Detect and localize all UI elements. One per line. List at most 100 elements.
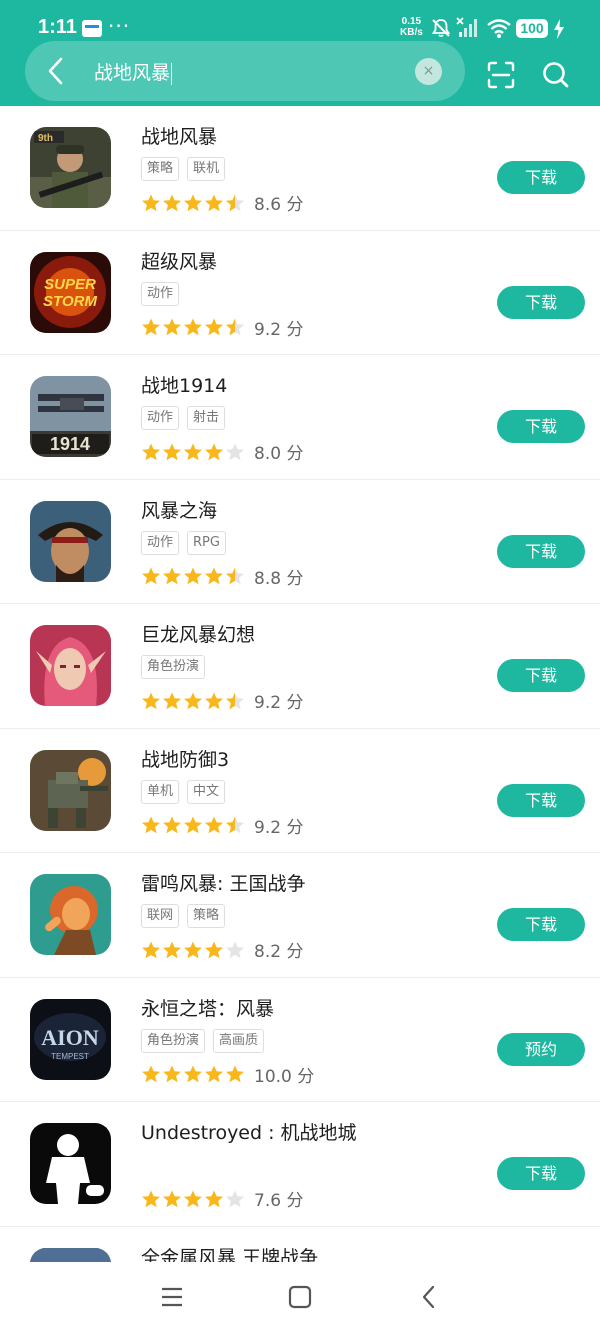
pirate-captain-icon[interactable]: [30, 500, 111, 582]
result-row[interactable]: AION TEMPEST 永恒之塔：风暴 角色扮演 高画质 10.0 分 预约: [0, 978, 600, 1102]
star-icon: [163, 692, 181, 709]
download-button[interactable]: 下载: [497, 161, 585, 194]
app-name[interactable]: 战地防御3: [141, 745, 229, 772]
star-icon: [205, 1190, 223, 1207]
download-button[interactable]: 下载: [497, 285, 585, 319]
download-button[interactable]: 下载: [497, 908, 585, 941]
star-icon: [226, 941, 244, 958]
more-notifications-icon: ···: [108, 14, 131, 38]
star-icon: [205, 692, 223, 709]
app-name[interactable]: 雷鸣风暴: 王国战争: [141, 869, 305, 896]
tag-list: 联网 策略: [141, 904, 233, 930]
rating-score: 9.2 分: [254, 319, 304, 340]
star-icon: [142, 692, 160, 709]
app-name[interactable]: 战地风暴: [141, 122, 217, 149]
rating-score: 8.0 分: [254, 444, 304, 464]
star-icon: [226, 318, 244, 336]
star-icon: [163, 1065, 181, 1083]
download-button[interactable]: 下载: [497, 659, 585, 692]
star-rating: 8.0 分: [141, 439, 304, 464]
star-icon: [163, 567, 181, 585]
star-icon: [205, 318, 223, 336]
battery-level: 100: [516, 19, 548, 38]
star-icon: [142, 816, 160, 834]
status-time: 1:11: [38, 16, 77, 38]
rating-score: 7.6 分: [254, 1191, 304, 1211]
star-icon: [226, 567, 244, 585]
back-arrow-icon[interactable]: [44, 57, 68, 85]
star-icon: [205, 194, 223, 211]
star-icon: [163, 443, 181, 460]
app-name[interactable]: 永恒之塔：风暴: [141, 994, 274, 1021]
mech-battle-icon[interactable]: [30, 749, 111, 831]
result-row[interactable]: SUPER STORM 超级风暴 动作 9.2 分 下载: [0, 231, 600, 355]
search-bar[interactable]: [25, 41, 465, 101]
calendar-icon: [82, 20, 102, 37]
category-tag: 单机: [141, 779, 180, 804]
result-row[interactable]: 1914 战地1914 动作 射击 8.0 分 下载: [0, 355, 600, 480]
star-icon: [142, 318, 160, 336]
silhouette-figure-icon[interactable]: [30, 1123, 111, 1204]
charging-icon: [554, 19, 564, 39]
star-rating: 9.2 分: [141, 688, 303, 713]
star-icon: [205, 941, 223, 958]
star-icon: [184, 318, 202, 336]
battlefield-soldier-icon[interactable]: 9th: [30, 127, 111, 208]
category-tag: 射击: [187, 406, 226, 430]
category-tag: 角色扮演: [141, 1028, 206, 1053]
svg-text:1914: 1914: [50, 434, 90, 454]
result-row[interactable]: 风暴之海 动作 RPG 8.8 分 下载: [0, 480, 600, 604]
aion-tempest-logo-icon[interactable]: AION TEMPEST: [30, 998, 111, 1080]
rating-score: 8.6 分: [254, 195, 304, 215]
star-icon: [184, 692, 202, 709]
star-icon: [142, 443, 160, 460]
app-name[interactable]: Undestroyed : 机战地城: [141, 1118, 357, 1145]
star-icon: [184, 194, 202, 211]
result-row[interactable]: 巨龙风暴幻想 角色扮演 9.2 分 下载: [0, 604, 600, 729]
home-icon[interactable]: [287, 1284, 313, 1310]
no-sim-signal-icon: [456, 17, 477, 37]
star-icon: [205, 443, 223, 460]
star-rating: 9.2 分: [141, 315, 304, 340]
back-icon[interactable]: [418, 1284, 440, 1310]
clear-icon[interactable]: ×: [415, 58, 442, 85]
star-icon: [226, 194, 244, 211]
result-row[interactable]: 战地防御3 单机 中文 9.2 分 下载: [0, 729, 600, 853]
star-icon: [226, 1065, 244, 1083]
svg-text:STORM: STORM: [43, 293, 97, 310]
star-icon: [184, 443, 202, 460]
status-bar: 1:11 ··· 0.15 KB/s 100: [0, 0, 600, 40]
lion-warrior-icon[interactable]: [30, 874, 111, 955]
biplane-1914-icon[interactable]: 1914: [30, 376, 111, 457]
download-button[interactable]: 下载: [497, 783, 585, 817]
category-tag: 策略: [141, 157, 180, 181]
app-name[interactable]: 巨龙风暴幻想: [141, 620, 255, 647]
super-storm-logo-icon[interactable]: SUPER STORM: [30, 251, 111, 333]
wifi-icon: [487, 19, 511, 38]
download-button[interactable]: 下载: [497, 410, 585, 443]
app-name[interactable]: 超级风暴: [141, 247, 217, 274]
result-row[interactable]: Undestroyed : 机战地城 7.6 分 下载: [0, 1102, 600, 1227]
elf-heroine-icon[interactable]: [30, 625, 111, 706]
star-rating: 8.2 分: [141, 937, 303, 962]
svg-text:9th: 9th: [38, 133, 53, 144]
star-icon: [184, 567, 202, 585]
star-icon: [142, 941, 160, 958]
category-tag: 中文: [187, 779, 226, 804]
search-icon[interactable]: [541, 60, 571, 90]
menu-icon[interactable]: [160, 1284, 184, 1310]
text-cursor: [171, 62, 173, 85]
rating-score: 9.2 分: [254, 817, 304, 838]
category-tag: 角色扮演: [141, 655, 206, 679]
result-row[interactable]: 9th 战地风暴 策略 联机 8.6 分 下载: [0, 106, 600, 231]
app-name[interactable]: 战地1914: [141, 371, 227, 398]
category-tag: 高画质: [213, 1028, 265, 1053]
rating-score: 10.0 分: [254, 1066, 315, 1087]
download-button[interactable]: 下载: [497, 1157, 585, 1190]
search-input[interactable]: 战地风暴: [94, 58, 173, 85]
result-row[interactable]: 雷鸣风暴: 王国战争 联网 策略 8.2 分 下载: [0, 853, 600, 978]
download-button[interactable]: 下载: [497, 534, 585, 568]
reserve-button[interactable]: 预约: [497, 1032, 585, 1066]
app-name[interactable]: 风暴之海: [141, 496, 217, 523]
scan-icon[interactable]: [486, 60, 516, 90]
